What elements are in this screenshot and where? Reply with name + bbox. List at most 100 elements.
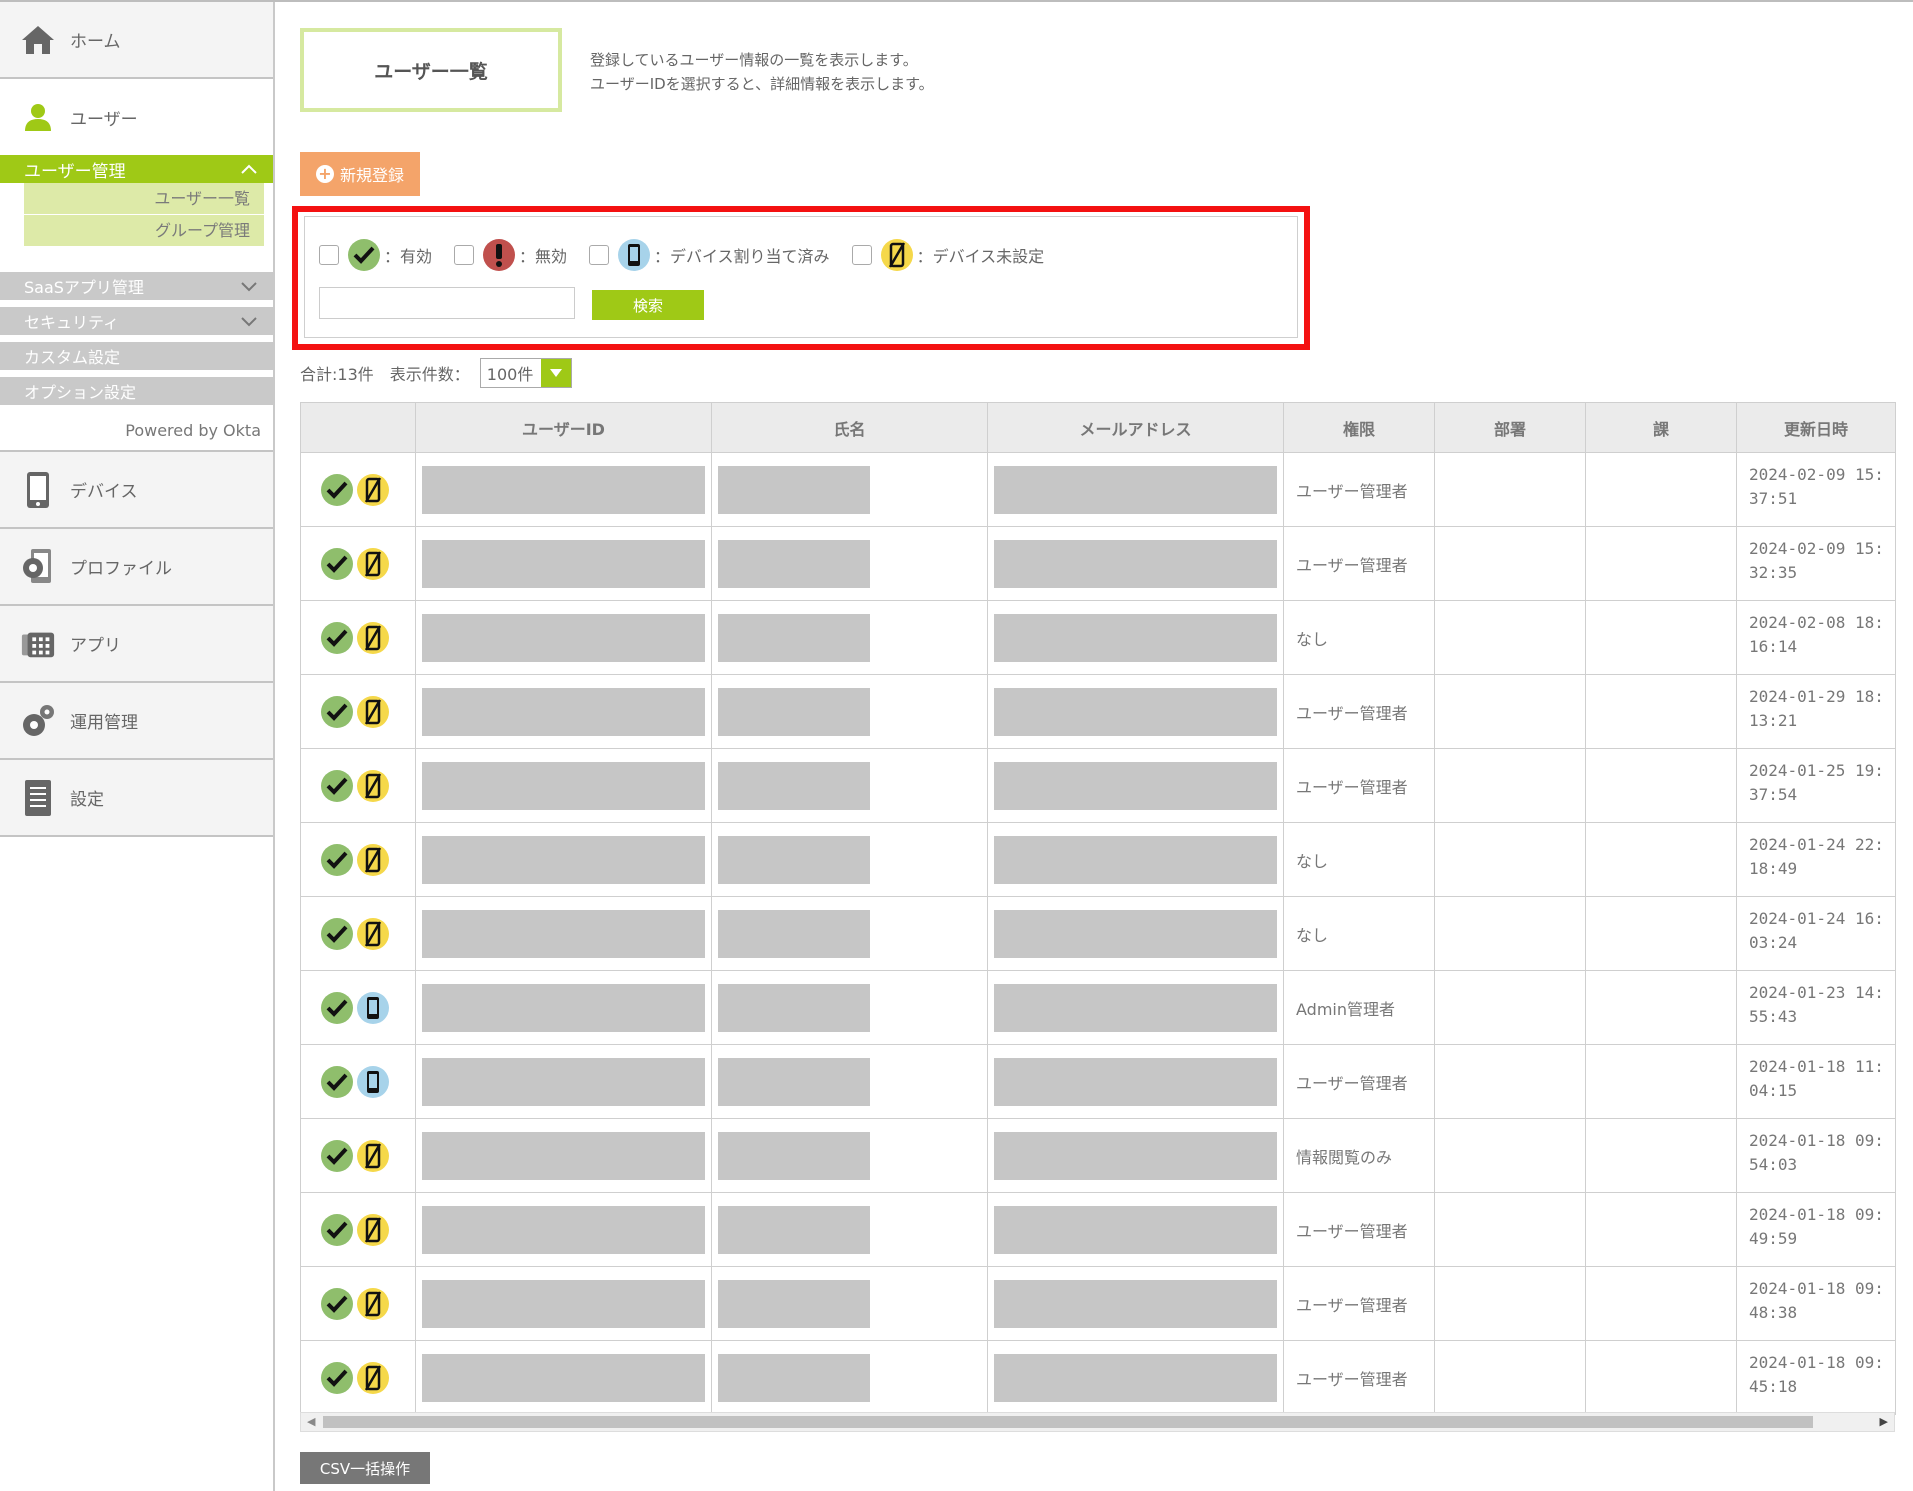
redacted-user-id[interactable] <box>422 909 705 958</box>
table-row[interactable]: ユーザー管理者 2024-01-18 09: 49:59 <box>300 1192 1896 1267</box>
scroll-right-arrow-icon[interactable]: ▶ <box>1880 1415 1888 1428</box>
redacted-user-id[interactable] <box>422 465 705 514</box>
header-updated-at[interactable]: 更新日時 <box>1736 402 1896 453</box>
redacted-user-id[interactable] <box>422 983 705 1032</box>
table-row[interactable]: ユーザー管理者 2024-01-18 09: 48:38 <box>300 1266 1896 1341</box>
redacted-user-id[interactable] <box>422 539 705 588</box>
user-id-cell[interactable] <box>415 600 712 675</box>
role-cell: ユーザー管理者 <box>1283 748 1435 823</box>
department-cell <box>1434 674 1586 749</box>
user-id-cell[interactable] <box>415 1044 712 1119</box>
redacted-user-id[interactable] <box>422 1279 705 1328</box>
updated-at-date: 2024-01-24 16: <box>1749 909 1884 928</box>
header-section[interactable]: 課 <box>1585 402 1737 453</box>
user-management-toggle[interactable]: ユーザー管理 <box>0 155 273 183</box>
user-id-cell[interactable] <box>415 822 712 897</box>
user-id-cell[interactable] <box>415 1192 712 1267</box>
user-id-cell[interactable] <box>415 674 712 749</box>
name-cell <box>711 748 988 823</box>
header-role[interactable]: 権限 <box>1283 402 1435 453</box>
header-department[interactable]: 部署 <box>1434 402 1586 453</box>
search-input[interactable] <box>319 287 575 319</box>
filter-device-unset[interactable]: ：デバイス未設定 <box>851 239 1044 271</box>
device-unset-icon <box>357 917 389 950</box>
option-settings-item[interactable]: オプション設定 <box>0 377 273 405</box>
table-row[interactable]: ユーザー管理者 2024-01-25 19: 37:54 <box>300 748 1896 823</box>
nav-app[interactable]: アプリ <box>0 606 273 683</box>
submenu-user-list[interactable]: ユーザー一覧 <box>24 183 264 215</box>
nav-profile[interactable]: プロファイル <box>0 529 273 606</box>
updated-at-date: 2024-01-18 09: <box>1749 1279 1884 1298</box>
nav-user-label: ユーザー <box>70 109 138 130</box>
active-checkbox[interactable] <box>319 245 339 265</box>
section-cell <box>1585 1340 1737 1415</box>
header-email[interactable]: メールアドレス <box>987 402 1284 453</box>
device-unset-icon <box>357 1287 389 1320</box>
email-cell <box>987 1192 1284 1267</box>
table-row[interactable]: なし 2024-02-08 18: 16:14 <box>300 600 1896 675</box>
device-unset-checkbox[interactable] <box>851 245 872 265</box>
new-registration-button[interactable]: + 新規登録 <box>300 152 420 196</box>
user-icon <box>20 99 56 135</box>
table-row[interactable]: 情報閲覧のみ 2024-01-18 09: 54:03 <box>300 1118 1896 1193</box>
redacted-user-id[interactable] <box>422 1131 705 1180</box>
email-cell <box>987 822 1284 897</box>
table-row[interactable]: Admin管理者 2024-01-23 14: 55:43 <box>300 970 1896 1045</box>
user-id-cell[interactable] <box>415 1118 712 1193</box>
header-name[interactable]: 氏名 <box>711 402 988 453</box>
redacted-user-id[interactable] <box>422 613 705 662</box>
inactive-checkbox[interactable] <box>454 245 475 265</box>
redacted-user-id[interactable] <box>422 1205 705 1254</box>
section-cell <box>1585 1192 1737 1267</box>
scroll-left-arrow-icon[interactable]: ◀ <box>307 1415 315 1428</box>
device-assigned-checkbox[interactable] <box>589 245 610 265</box>
nav-user[interactable]: ユーザー <box>0 79 273 155</box>
section-cell <box>1585 896 1737 971</box>
redacted-user-id[interactable] <box>422 1057 705 1106</box>
search-button[interactable]: 検索 <box>592 290 704 320</box>
saas-app-management-toggle[interactable]: SaaSアプリ管理 <box>0 272 273 300</box>
table-row[interactable]: なし 2024-01-24 22: 18:49 <box>300 822 1896 897</box>
nav-settings[interactable]: 設定 <box>0 760 273 837</box>
device-unset-icon <box>357 695 389 728</box>
header-user-id[interactable]: ユーザーID <box>415 402 712 453</box>
redacted-name <box>718 687 870 736</box>
table-row[interactable]: ユーザー管理者 2024-02-09 15: 37:51 <box>300 452 1896 527</box>
nav-device[interactable]: デバイス <box>0 452 273 529</box>
section-cell <box>1585 1266 1737 1341</box>
user-id-cell[interactable] <box>415 748 712 823</box>
table-row[interactable]: なし 2024-01-24 16: 03:24 <box>300 896 1896 971</box>
filter-panel: ：有効 ：無効 ：デバイス割り当て済み ：デバイス未設定 検索 <box>304 216 1298 338</box>
submenu-group-management[interactable]: グループ管理 <box>24 215 264 247</box>
user-id-cell[interactable] <box>415 452 712 527</box>
scrollbar-thumb[interactable] <box>323 1416 1813 1428</box>
csv-bulk-operation-button[interactable]: CSV一括操作 <box>300 1452 430 1484</box>
horizontal-scrollbar[interactable]: ◀ ▶ <box>300 1412 1895 1432</box>
check-icon <box>321 991 353 1024</box>
filter-device-assigned[interactable]: ：デバイス割り当て済み <box>589 239 830 271</box>
per-page-select[interactable]: 100件 <box>479 358 572 388</box>
email-cell <box>987 1118 1284 1193</box>
user-id-cell[interactable] <box>415 1266 712 1341</box>
user-id-cell[interactable] <box>415 1340 712 1415</box>
table-row[interactable]: ユーザー管理者 2024-02-09 15: 32:35 <box>300 526 1896 601</box>
nav-home[interactable]: ホーム <box>0 2 273 79</box>
filter-active[interactable]: ：有効 <box>319 239 432 271</box>
user-id-cell[interactable] <box>415 526 712 601</box>
updated-at-time: 03:24 <box>1749 933 1798 952</box>
redacted-user-id[interactable] <box>422 687 705 736</box>
custom-settings-item[interactable]: カスタム設定 <box>0 342 273 370</box>
filter-inactive[interactable]: ：無効 <box>454 239 567 271</box>
table-row[interactable]: ユーザー管理者 2024-01-29 18: 13:21 <box>300 674 1896 749</box>
user-id-cell[interactable] <box>415 970 712 1045</box>
email-cell <box>987 526 1284 601</box>
table-row[interactable]: ユーザー管理者 2024-01-18 11: 04:15 <box>300 1044 1896 1119</box>
user-id-cell[interactable] <box>415 896 712 971</box>
status-cell <box>300 970 416 1045</box>
security-toggle[interactable]: セキュリティ <box>0 307 273 335</box>
nav-operations[interactable]: 運用管理 <box>0 683 273 760</box>
table-row[interactable]: ユーザー管理者 2024-01-18 09: 45:18 <box>300 1340 1896 1415</box>
redacted-user-id[interactable] <box>422 835 705 884</box>
redacted-user-id[interactable] <box>422 761 705 810</box>
redacted-user-id[interactable] <box>422 1353 705 1402</box>
